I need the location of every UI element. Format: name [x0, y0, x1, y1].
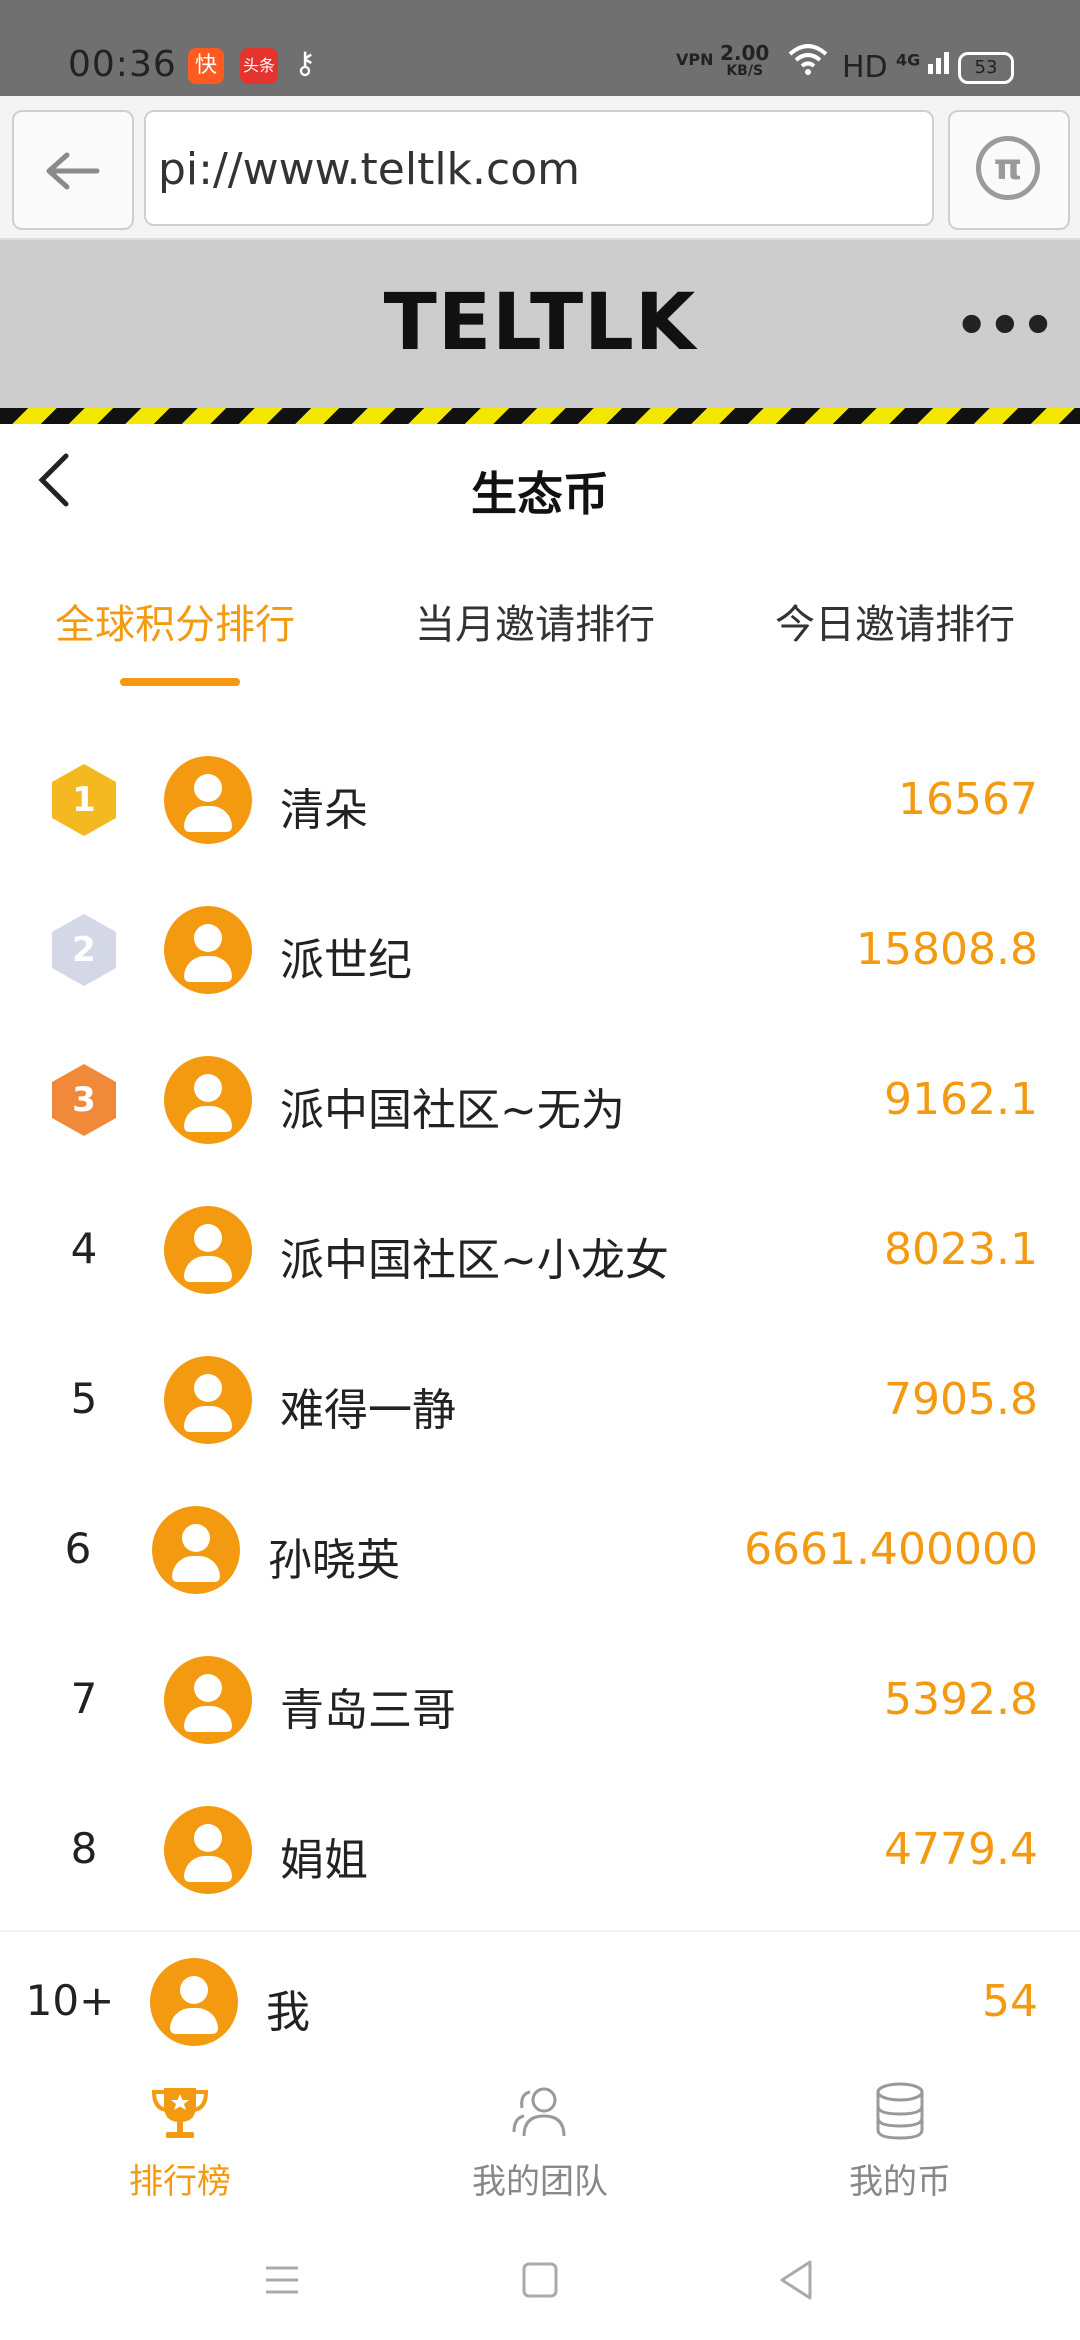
nav-label: 我的币 — [849, 2162, 951, 2202]
ranking-row[interactable]: 4 派中国社区~小龙女 8023.1 — [0, 1180, 1080, 1330]
hd-indicator: HD — [842, 50, 888, 85]
my-score: 54 — [982, 1976, 1038, 2027]
arrow-left-icon — [46, 152, 100, 190]
my-ranking-row[interactable]: 10+ 我 54 — [0, 1930, 1080, 2082]
cell-signal-icon: 4G — [896, 48, 956, 74]
ranking-row[interactable]: 7 青岛三哥 5392.8 — [0, 1630, 1080, 1780]
rank-number: 5 — [70, 1374, 98, 1423]
bronze-medal-icon: 3 — [52, 1064, 116, 1136]
tab-daily-invites[interactable]: 今日邀请排行 — [775, 592, 1015, 650]
user-score: 5392.8 — [884, 1674, 1038, 1725]
wifi-icon — [788, 44, 828, 85]
my-avatar — [150, 1958, 238, 2046]
user-score: 7905.8 — [884, 1374, 1038, 1425]
tab-global-points[interactable]: 全球积分排行 — [55, 592, 295, 650]
rank-number: 6 — [64, 1524, 92, 1573]
team-icon — [360, 2080, 720, 2144]
avatar — [164, 1806, 252, 1894]
ranking-row[interactable]: 3 派中国社区~无为 9162.1 — [0, 1030, 1080, 1180]
battery-icon: 53 — [958, 52, 1014, 84]
avatar — [164, 1656, 252, 1744]
speed-value: 2.00 — [720, 41, 770, 65]
avatar — [164, 1056, 252, 1144]
avatar — [164, 906, 252, 994]
home-icon[interactable] — [510, 2250, 570, 2310]
nav-label: 我的团队 — [472, 2162, 608, 2202]
silver-medal-icon: 2 — [52, 914, 116, 986]
menu-icon[interactable] — [252, 2250, 312, 2310]
speed-unit: KB/S — [726, 63, 764, 79]
coins-icon — [720, 2080, 1080, 2144]
nav-leaderboard[interactable]: 排行榜 — [0, 2080, 360, 2203]
pi-browser-button[interactable]: π — [948, 110, 1070, 230]
page-title: 生态币 — [471, 467, 609, 521]
nav-my-coins[interactable]: 我的币 — [720, 2080, 1080, 2203]
pi-icon: π — [976, 136, 1040, 200]
tab-monthly-invites[interactable]: 当月邀请排行 — [415, 592, 655, 650]
back-triangle-icon[interactable] — [768, 2250, 828, 2310]
kuaishou-app-icon: 快 — [188, 48, 224, 84]
user-score: 6661.400000 — [744, 1524, 1038, 1575]
vpn-indicator: VPN — [676, 50, 714, 69]
avatar — [164, 1206, 252, 1294]
rank-number: 4 — [70, 1224, 98, 1273]
my-rank: 10+ — [25, 1976, 115, 2025]
user-score: 4779.4 — [884, 1824, 1038, 1875]
browser-back-button[interactable] — [12, 110, 134, 230]
ranking-row[interactable]: 1 清朵 16567 — [0, 730, 1080, 880]
rank-number: 8 — [70, 1824, 98, 1873]
nav-my-team[interactable]: 我的团队 — [360, 2080, 720, 2203]
user-name: 清朵 — [280, 785, 368, 836]
tab-indicator — [120, 678, 240, 686]
user-name: 派中国社区~无为 — [280, 1085, 625, 1136]
user-name: 派世纪 — [280, 935, 412, 986]
toutiao-app-icon: 头条 — [240, 48, 278, 84]
user-name: 娟姐 — [280, 1835, 368, 1886]
user-name: 难得一静 — [280, 1385, 456, 1436]
avatar — [152, 1506, 240, 1594]
avatar — [164, 756, 252, 844]
hazard-stripe — [0, 408, 1080, 424]
cell-type: 4G — [896, 50, 921, 70]
user-name: 青岛三哥 — [280, 1685, 456, 1736]
trophy-icon — [0, 2080, 360, 2144]
nav-label: 排行榜 — [129, 2162, 231, 2202]
user-score: 9162.1 — [884, 1074, 1038, 1125]
network-speed: 2.00 KB/S — [720, 41, 770, 80]
user-score: 8023.1 — [884, 1224, 1038, 1275]
ranking-row[interactable]: 8 娟姐 4779.4 — [0, 1780, 1080, 1930]
url-input[interactable]: pi://www.teltlk.com — [144, 110, 934, 226]
key-icon: ⚷ — [294, 46, 316, 81]
more-menu-button[interactable]: ••• — [955, 296, 1055, 356]
gold-medal-icon: 1 — [52, 764, 116, 836]
avatar — [164, 1356, 252, 1444]
rank-number: 7 — [70, 1674, 98, 1723]
ranking-row[interactable]: 5 难得一静 7905.8 — [0, 1330, 1080, 1480]
status-time: 00:36 — [68, 44, 177, 85]
ranking-row[interactable]: 2 派世纪 15808.8 — [0, 880, 1080, 1030]
user-score: 15808.8 — [856, 924, 1038, 975]
user-score: 16567 — [898, 774, 1038, 825]
my-name: 我 — [266, 1987, 310, 2038]
user-name: 派中国社区~小龙女 — [280, 1235, 669, 1286]
site-title: TELTLK — [383, 278, 697, 368]
user-name: 孙晓英 — [268, 1535, 400, 1586]
ranking-row[interactable]: 6 孙晓英 6661.400000 — [0, 1480, 1080, 1630]
